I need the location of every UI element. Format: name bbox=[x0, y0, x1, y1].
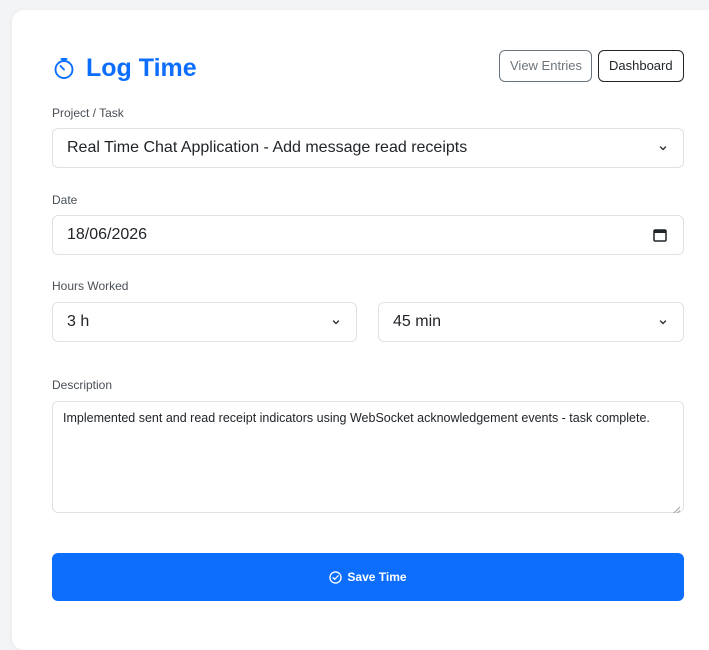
resize-handle-icon[interactable] bbox=[673, 502, 681, 514]
stopwatch-icon bbox=[52, 56, 76, 80]
minutes-select[interactable]: 45 min bbox=[378, 302, 684, 342]
page-title-text: Log Time bbox=[86, 54, 197, 82]
log-time-card: Log Time View Entries Dashboard Project … bbox=[12, 10, 709, 650]
description-text: Implemented sent and read receipt indica… bbox=[63, 411, 650, 425]
chevron-down-icon bbox=[657, 129, 669, 167]
date-label: Date bbox=[52, 193, 78, 207]
save-time-button[interactable]: Save Time bbox=[52, 553, 684, 601]
hours-select[interactable]: 3 h bbox=[52, 302, 357, 342]
minutes-select-value: 45 min bbox=[393, 313, 442, 330]
dashboard-button[interactable]: Dashboard bbox=[598, 50, 684, 82]
view-entries-button[interactable]: View Entries bbox=[499, 50, 592, 82]
hours-worked-label: Hours Worked bbox=[52, 279, 129, 293]
card-header: Log Time View Entries Dashboard bbox=[52, 50, 684, 90]
chevron-down-icon bbox=[330, 303, 342, 341]
chevron-down-icon bbox=[657, 303, 669, 341]
project-label: Project / Task bbox=[52, 106, 124, 120]
hours-select-value: 3 h bbox=[67, 313, 90, 330]
calendar-icon[interactable] bbox=[653, 216, 667, 254]
date-input-value: 18/06/2026 bbox=[67, 226, 148, 243]
date-input[interactable]: 18/06/2026 bbox=[52, 215, 684, 255]
project-select-value: Real Time Chat Application - Add message… bbox=[67, 139, 468, 156]
project-select[interactable]: Real Time Chat Application - Add message… bbox=[52, 128, 684, 168]
description-label: Description bbox=[52, 378, 113, 392]
page-title: Log Time bbox=[52, 51, 197, 85]
save-time-label: Save Time bbox=[347, 570, 407, 584]
description-textarea[interactable]: Implemented sent and read receipt indica… bbox=[52, 401, 684, 514]
check-circle-icon bbox=[329, 570, 343, 584]
